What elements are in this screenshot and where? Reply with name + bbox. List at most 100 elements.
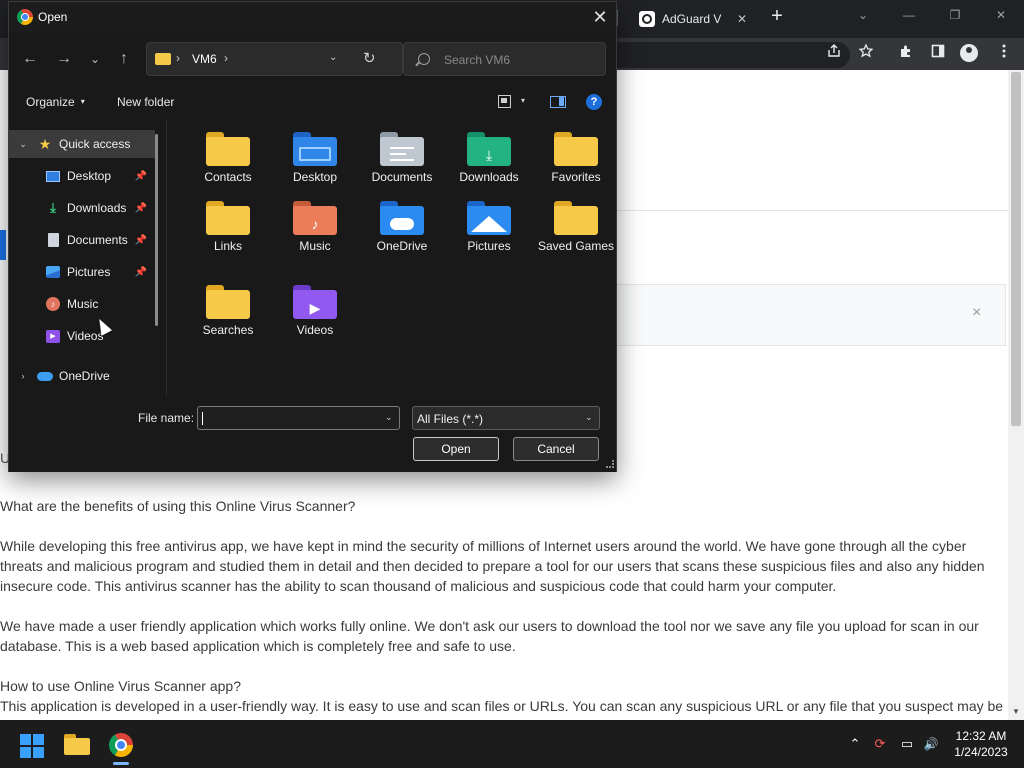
nav-label: Videos bbox=[67, 329, 104, 343]
folder-downloads[interactable]: ⤓ Downloads bbox=[448, 120, 530, 200]
folder-searches[interactable]: Searches bbox=[187, 273, 269, 353]
open-button[interactable]: Open bbox=[413, 437, 499, 461]
pane-divider[interactable] bbox=[166, 120, 167, 396]
breadcrumb-vm6[interactable]: VM6 bbox=[192, 52, 217, 66]
tray-overflow-icon[interactable]: ⌃ bbox=[846, 735, 864, 753]
system-clock[interactable]: 12:32 AM 1/24/2023 bbox=[946, 728, 1016, 760]
nav-pictures[interactable]: Pictures 📌 bbox=[9, 258, 155, 286]
folder-icon bbox=[206, 132, 250, 166]
tab-search-icon[interactable]: ⌄ bbox=[848, 4, 878, 26]
address-dropdown-icon[interactable]: ⌄ bbox=[329, 52, 337, 63]
folder-label: Downloads bbox=[459, 170, 519, 184]
volume-icon[interactable]: 🔊 bbox=[922, 735, 940, 753]
music-icon: ♪ bbox=[293, 201, 337, 235]
chevron-down-icon[interactable]: ⌄ bbox=[385, 412, 393, 423]
expand-right-icon[interactable]: › bbox=[9, 371, 37, 381]
search-placeholder: Search VM6 bbox=[444, 53, 511, 67]
star-icon[interactable] bbox=[856, 43, 876, 63]
share-icon[interactable] bbox=[824, 43, 844, 63]
help-icon[interactable]: ? bbox=[586, 94, 602, 110]
back-arrow-icon[interactable]: ← bbox=[19, 48, 41, 70]
page-scrollbar[interactable]: ▼ bbox=[1008, 70, 1024, 720]
video-icon: ▶ bbox=[293, 285, 337, 319]
organize-label: Organize bbox=[26, 95, 75, 109]
folder-label: Desktop bbox=[292, 170, 338, 184]
menu-icon[interactable] bbox=[994, 43, 1014, 63]
minimize-button[interactable]: — bbox=[894, 4, 924, 26]
view-dropdown-icon[interactable]: ▾ bbox=[521, 96, 525, 105]
download-icon: ⤓ bbox=[467, 132, 511, 166]
folder-onedrive[interactable]: OneDrive bbox=[361, 189, 443, 269]
tab-close-icon[interactable]: ✕ bbox=[737, 12, 747, 26]
forward-arrow-icon[interactable]: → bbox=[53, 48, 75, 70]
breadcrumb-chevron-icon[interactable]: › bbox=[224, 51, 228, 65]
extensions-icon[interactable] bbox=[896, 43, 916, 63]
view-mode-icon[interactable] bbox=[498, 95, 511, 108]
folder-favorites[interactable]: Favorites bbox=[535, 120, 617, 200]
expand-down-icon[interactable]: ⌄ bbox=[9, 139, 37, 150]
folder-pictures[interactable]: Pictures bbox=[448, 189, 530, 269]
folder-label: Contacts bbox=[204, 170, 252, 184]
folder-contacts[interactable]: Contacts bbox=[187, 120, 269, 200]
cloud-icon bbox=[380, 201, 424, 235]
address-bar[interactable]: › VM6 › ⌄ ↻ bbox=[146, 42, 403, 76]
search-box[interactable]: Search VM6 bbox=[403, 42, 606, 76]
windows-start-icon[interactable] bbox=[20, 734, 44, 758]
nav-documents[interactable]: Documents 📌 bbox=[9, 226, 155, 254]
breadcrumb-chevron-icon[interactable]: › bbox=[176, 51, 180, 65]
folder-music[interactable]: ♪ Music bbox=[274, 189, 356, 269]
video-icon: ▶ bbox=[45, 328, 61, 344]
notice-close-icon[interactable]: × bbox=[972, 304, 981, 322]
new-tab-button[interactable]: + bbox=[766, 5, 788, 27]
display-icon[interactable]: ▭ bbox=[898, 735, 916, 753]
nav-downloads[interactable]: ⤓ Downloads 📌 bbox=[9, 194, 155, 222]
cancel-button[interactable]: Cancel bbox=[513, 437, 599, 461]
recent-locations-icon[interactable]: ⌄ bbox=[84, 48, 106, 70]
scrollbar-thumb[interactable] bbox=[1011, 72, 1021, 426]
window-close-button[interactable]: ✕ bbox=[986, 4, 1016, 26]
nav-music[interactable]: ♪ Music bbox=[9, 290, 155, 318]
file-name-input[interactable]: ⌄ bbox=[197, 406, 400, 430]
profile-icon[interactable] bbox=[960, 44, 978, 62]
folder-saved-games[interactable]: Saved Games bbox=[535, 189, 617, 269]
organize-button[interactable]: Organize ▾ bbox=[26, 95, 85, 109]
nav-videos[interactable]: ▶ Videos bbox=[9, 322, 155, 350]
sync-icon[interactable]: ⟳ bbox=[871, 735, 889, 753]
command-bar: Organize ▾ New folder ▾ ? bbox=[9, 89, 616, 115]
chevron-down-icon: ⌄ bbox=[585, 412, 593, 422]
folder-label: Links bbox=[213, 239, 242, 253]
up-arrow-icon[interactable]: ↑ bbox=[113, 48, 135, 70]
browser-tab-adguard[interactable]: AdGuard V ✕ bbox=[631, 4, 755, 34]
file-type-select[interactable]: All Files (*.*) ⌄ bbox=[412, 406, 600, 430]
folder-documents[interactable]: Documents bbox=[361, 120, 443, 200]
sidepanel-icon[interactable] bbox=[928, 43, 948, 63]
nav-label: Pictures bbox=[67, 265, 111, 279]
file-explorer-icon[interactable] bbox=[64, 734, 90, 755]
nav-desktop[interactable]: Desktop 📌 bbox=[9, 162, 155, 190]
nav-onedrive[interactable]: › OneDrive bbox=[9, 362, 155, 390]
scroll-down-icon[interactable]: ▼ bbox=[1011, 707, 1021, 717]
nav-label: Downloads bbox=[67, 201, 127, 215]
navigation-pane: ⌄ ★ Quick access Desktop 📌 ⤓ Downloads 📌… bbox=[9, 120, 165, 396]
folder-desktop[interactable]: Desktop bbox=[274, 120, 356, 200]
divider bbox=[617, 210, 1008, 211]
cloud-icon bbox=[37, 368, 53, 384]
nav-quick-access[interactable]: ⌄ ★ Quick access bbox=[9, 130, 155, 158]
desktop-icon bbox=[293, 132, 337, 166]
pin-icon: 📌 bbox=[134, 234, 147, 246]
folder-icon bbox=[155, 53, 171, 65]
dialog-footer: File name: ⌄ All Files (*.*) ⌄ Open Canc… bbox=[9, 396, 616, 472]
dialog-close-button[interactable]: ✕ bbox=[589, 6, 611, 28]
text-caret bbox=[202, 412, 203, 425]
search-icon bbox=[418, 53, 430, 65]
folder-videos[interactable]: ▶ Videos bbox=[274, 273, 356, 353]
refresh-icon[interactable]: ↻ bbox=[363, 49, 376, 67]
resize-grip-icon[interactable] bbox=[606, 460, 614, 468]
restore-button[interactable]: ❐ bbox=[940, 4, 970, 26]
preview-pane-icon[interactable] bbox=[550, 96, 566, 108]
new-folder-button[interactable]: New folder bbox=[117, 95, 174, 109]
chrome-taskbar-icon[interactable] bbox=[109, 733, 133, 757]
nav-pane-scrollbar[interactable] bbox=[155, 134, 158, 326]
folder-links[interactable]: Links bbox=[187, 189, 269, 269]
pin-icon: 📌 bbox=[134, 202, 147, 214]
